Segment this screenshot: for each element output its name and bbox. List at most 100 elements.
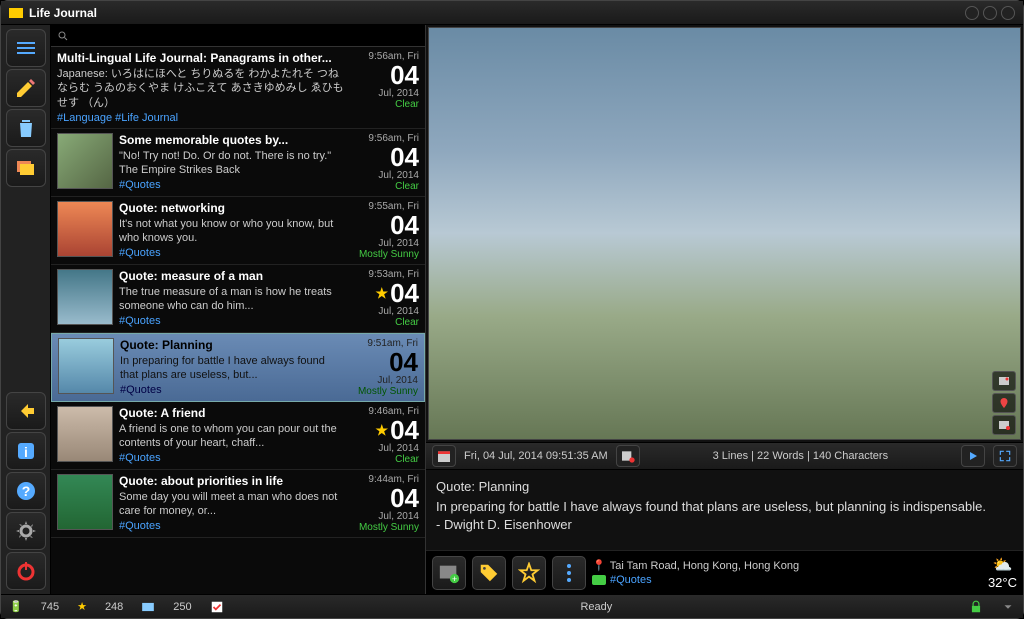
play-icon: [967, 450, 979, 462]
entry-item[interactable]: Quote: about priorities in life Some day …: [51, 470, 425, 538]
entry-tags: #Quotes: [119, 247, 345, 259]
entry-excerpt: In preparing for battle I have always fo…: [120, 354, 344, 383]
fullscreen-icon: [998, 449, 1012, 463]
entry-tags: #Quotes: [120, 384, 344, 396]
detail-pane: Fri, 04 Jul, 2014 09:51:35 AM 3 Lines | …: [426, 25, 1023, 594]
date-options-button[interactable]: [616, 445, 640, 467]
entry-datetime: Fri, 04 Jul, 2014 09:51:35 AM: [464, 450, 608, 462]
entry-title: Quote: networking: [119, 201, 345, 215]
entry-item[interactable]: Quote: measure of a manThe true measure …: [51, 265, 425, 333]
entry-list-pane: Multi-Lingual Life Journal: Panagrams in…: [51, 25, 426, 594]
entry-title: Quote: about priorities in life: [119, 474, 345, 488]
photo-action-1[interactable]: [992, 371, 1016, 391]
calendar-icon: [436, 448, 452, 464]
calendar-button[interactable]: [432, 445, 456, 467]
entry-excerpt: "No! Try not! Do. Or do not. There is no…: [119, 149, 345, 178]
entry-photo[interactable]: [428, 27, 1021, 440]
entry-excerpt: Some day you will meet a man who does no…: [119, 490, 345, 519]
search-icon: [57, 30, 69, 42]
info-button[interactable]: i: [6, 432, 46, 470]
entry-item[interactable]: Quote: networking It's not what you know …: [51, 197, 425, 265]
entry-title: Quote: A friend: [119, 406, 345, 420]
entry-day: 04: [390, 62, 419, 88]
entry-content: Quote: Planning In preparing for battle …: [426, 470, 1023, 550]
svg-text:+: +: [452, 574, 457, 584]
pencil-icon: [14, 76, 38, 100]
power-button[interactable]: [6, 552, 46, 590]
entry-thumbnail: [57, 201, 113, 257]
status-count-1: 745: [41, 601, 59, 613]
help-icon: ?: [14, 479, 38, 503]
content-body: In preparing for battle I have always fo…: [436, 498, 1013, 516]
favorite-button[interactable]: [512, 556, 546, 590]
image-icon: [997, 375, 1011, 387]
app-title: Life Journal: [29, 6, 97, 20]
close-button[interactable]: [1001, 6, 1015, 20]
maximize-button[interactable]: [983, 6, 997, 20]
lock-icon[interactable]: [969, 600, 983, 614]
entry-tags: #Quotes: [119, 520, 345, 532]
entry-thumbnail: [58, 338, 114, 394]
content-author: - Dwight D. Eisenhower: [436, 516, 1013, 534]
entry-day: 04: [389, 349, 418, 375]
search-bar[interactable]: [51, 25, 425, 47]
entry-excerpt: Japanese: いろはにほへと ちりぬるを わかよたれそ つねならむ うゐの…: [57, 67, 345, 110]
pin-icon: [998, 396, 1010, 410]
tags-button[interactable]: [472, 556, 506, 590]
entry-excerpt: It's not what you know or who you know, …: [119, 217, 345, 246]
gallery-icon: [14, 156, 38, 180]
entry-item[interactable]: Quote: Planning In preparing for battle I…: [51, 333, 425, 402]
chevron-down-icon[interactable]: [1001, 600, 1015, 614]
photo-location[interactable]: [992, 393, 1016, 413]
photo-remove[interactable]: [992, 415, 1016, 435]
entry-tags: #Quotes: [119, 179, 345, 191]
menu-button[interactable]: [6, 29, 46, 67]
minimize-button[interactable]: [965, 6, 979, 20]
entry-month-year: Jul, 2014: [378, 511, 419, 522]
trash-button[interactable]: [6, 109, 46, 147]
help-button[interactable]: ?: [6, 472, 46, 510]
entry-day: ★04: [376, 280, 419, 306]
entry-location: Tai Tam Road, Hong Kong, Hong Kong: [610, 560, 799, 572]
entry-item[interactable]: Multi-Lingual Life Journal: Panagrams in…: [51, 47, 425, 129]
entry-weather: Clear: [395, 454, 419, 465]
entry-weather: Mostly Sunny: [359, 522, 419, 533]
entry-tags: #Quotes: [119, 315, 345, 327]
status-image-icon: [141, 600, 155, 614]
tag-chip-icon: [592, 575, 606, 585]
entry-thumbnail: [57, 406, 113, 462]
search-input[interactable]: [73, 30, 419, 42]
entry-tag: #Quotes: [610, 574, 652, 586]
entry-month-year: Jul, 2014: [378, 306, 419, 317]
back-button[interactable]: [6, 392, 46, 430]
star-icon: ★: [376, 423, 389, 437]
gallery-button[interactable]: [6, 149, 46, 187]
location-pin-icon: 📍: [592, 559, 606, 572]
add-image-button[interactable]: +: [432, 556, 466, 590]
entry-day: 04: [390, 212, 419, 238]
status-check-icon: [210, 600, 224, 614]
more-button[interactable]: [552, 556, 586, 590]
entry-item[interactable]: Some memorable quotes by..."No! Try not!…: [51, 129, 425, 197]
fullscreen-button[interactable]: [993, 445, 1017, 467]
entry-tags: #Language #Life Journal: [57, 112, 345, 124]
entry-month-year: Jul, 2014: [378, 238, 419, 249]
entry-month-year: Jul, 2014: [378, 88, 419, 99]
entry-thumbnail: [57, 269, 113, 325]
dots-icon: [565, 563, 573, 583]
entry-thumbnail: [57, 474, 113, 530]
status-count-3: 250: [173, 601, 191, 613]
content-title: Quote: Planning: [436, 478, 1013, 496]
settings-button[interactable]: [6, 512, 46, 550]
edit-button[interactable]: [6, 69, 46, 107]
play-button[interactable]: [961, 445, 985, 467]
calendar-gear-icon: [620, 448, 636, 464]
entry-month-year: Jul, 2014: [377, 375, 418, 386]
entry-title: Quote: Planning: [120, 338, 344, 352]
entry-item[interactable]: Quote: A friendA friend is one to whom y…: [51, 402, 425, 470]
sidebar: i ?: [1, 25, 51, 594]
entry-day: 04: [390, 144, 419, 170]
titlebar: Life Journal: [1, 1, 1023, 25]
star-icon: ★: [376, 286, 389, 300]
entries-list[interactable]: Multi-Lingual Life Journal: Panagrams in…: [51, 47, 425, 594]
